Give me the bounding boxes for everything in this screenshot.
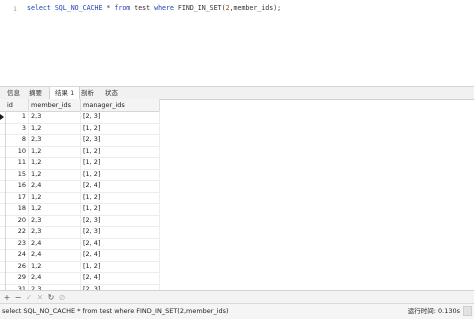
result-tabbar: 信息 摘要 结果 1 剖析 状态 <box>0 86 474 100</box>
cell-member-ids[interactable]: 2,3 <box>29 214 81 226</box>
cell-member-ids[interactable]: 2,4 <box>29 272 81 284</box>
cell-member-ids[interactable]: 2,3 <box>29 226 81 238</box>
cell-id[interactable]: 18 <box>6 203 29 215</box>
cell-manager-ids[interactable]: [2, 3] <box>81 226 160 238</box>
cell-id[interactable]: 17 <box>6 191 29 203</box>
cell-member-ids[interactable]: 2,4 <box>29 180 81 192</box>
cell-id[interactable]: 24 <box>6 249 29 261</box>
tab-status[interactable]: 状态 <box>100 87 123 99</box>
cell-id[interactable]: 3 <box>6 122 29 134</box>
column-header-member-ids[interactable]: member_ids <box>29 99 81 111</box>
status-sql-text: select SQL_NO_CACHE * from test where FI… <box>2 307 229 315</box>
cell-member-ids[interactable]: 1,2 <box>29 122 81 134</box>
cell-id[interactable]: 15 <box>6 168 29 180</box>
cell-id[interactable]: 26 <box>6 260 29 272</box>
cell-id[interactable]: 16 <box>6 180 29 192</box>
cell-manager-ids[interactable]: [2, 3] <box>81 214 160 226</box>
cell-manager-ids[interactable]: [2, 4] <box>81 272 160 284</box>
cell-manager-ids[interactable]: [1, 2] <box>81 145 160 157</box>
column-header-manager-ids[interactable]: manager_ids <box>81 99 160 111</box>
line-number: 1 <box>13 5 17 13</box>
tab-info[interactable]: 信息 <box>2 87 25 99</box>
sql-editor[interactable]: 1 select SQL_NO_CACHE * from test where … <box>0 0 474 84</box>
cell-manager-ids[interactable]: [1, 2] <box>81 203 160 215</box>
cell-manager-ids[interactable]: [2, 3] <box>81 134 160 146</box>
tab-profile[interactable]: 剖析 <box>76 87 99 99</box>
cell-member-ids[interactable]: 1,2 <box>29 145 81 157</box>
code-function: FIND_IN_SET( <box>173 4 226 12</box>
keyword-select: select <box>27 4 51 12</box>
keyword-from: from <box>114 4 131 12</box>
cell-id[interactable]: 8 <box>6 134 29 146</box>
status-bar: select SQL_NO_CACHE * from test where FI… <box>0 303 474 319</box>
status-runtime: 运行时间: 0.130s <box>407 307 460 315</box>
cell-member-ids[interactable]: 1,2 <box>29 260 81 272</box>
cell-member-ids[interactable]: 1,2 <box>29 191 81 203</box>
cell-manager-ids[interactable]: [2, 3] <box>81 111 160 123</box>
cell-manager-ids[interactable]: [1, 2] <box>81 168 160 180</box>
cell-manager-ids[interactable]: [1, 2] <box>81 260 160 272</box>
cell-member-ids[interactable]: 2,4 <box>29 249 81 261</box>
cell-manager-ids[interactable]: [1, 2] <box>81 157 160 169</box>
cell-member-ids[interactable]: 1,2 <box>29 157 81 169</box>
cell-id[interactable]: 11 <box>6 157 29 169</box>
keyword-where: where <box>154 4 174 12</box>
cell-member-ids[interactable]: 2,4 <box>29 237 81 249</box>
cell-id[interactable]: 20 <box>6 214 29 226</box>
tab-summary[interactable]: 摘要 <box>24 87 47 99</box>
cell-id[interactable]: 29 <box>6 272 29 284</box>
cell-member-ids[interactable]: 2,3 <box>29 111 81 123</box>
cell-manager-ids[interactable]: [1, 2] <box>81 122 160 134</box>
cell-manager-ids[interactable]: [2, 4] <box>81 237 160 249</box>
cell-id[interactable]: 10 <box>6 145 29 157</box>
cell-manager-ids[interactable]: [1, 2] <box>81 191 160 203</box>
cell-manager-ids[interactable]: [2, 4] <box>81 249 160 261</box>
cell-member-ids[interactable]: 2,3 <box>29 134 81 146</box>
cell-id[interactable]: 22 <box>6 226 29 238</box>
code-tail: ,member_ids); <box>229 4 282 12</box>
current-row-arrow-icon <box>0 114 4 120</box>
cell-manager-ids[interactable]: [2, 4] <box>81 180 160 192</box>
column-header-id[interactable]: id <box>0 99 29 111</box>
resize-grip-icon[interactable] <box>463 306 472 316</box>
grid-toolbar: + − ✓ ✕ ↻ ⊘ <box>0 290 474 304</box>
sql-code-line[interactable]: select SQL_NO_CACHE * from test where FI… <box>27 4 281 12</box>
cell-id[interactable]: 23 <box>6 237 29 249</box>
cell-id[interactable]: 1 <box>6 111 29 123</box>
keyword-sql-no-cache: SQL_NO_CACHE <box>54 4 103 12</box>
code-table: test <box>130 4 155 12</box>
code-star: * <box>102 4 115 12</box>
cell-member-ids[interactable]: 1,2 <box>29 168 81 180</box>
cell-member-ids[interactable]: 1,2 <box>29 203 81 215</box>
